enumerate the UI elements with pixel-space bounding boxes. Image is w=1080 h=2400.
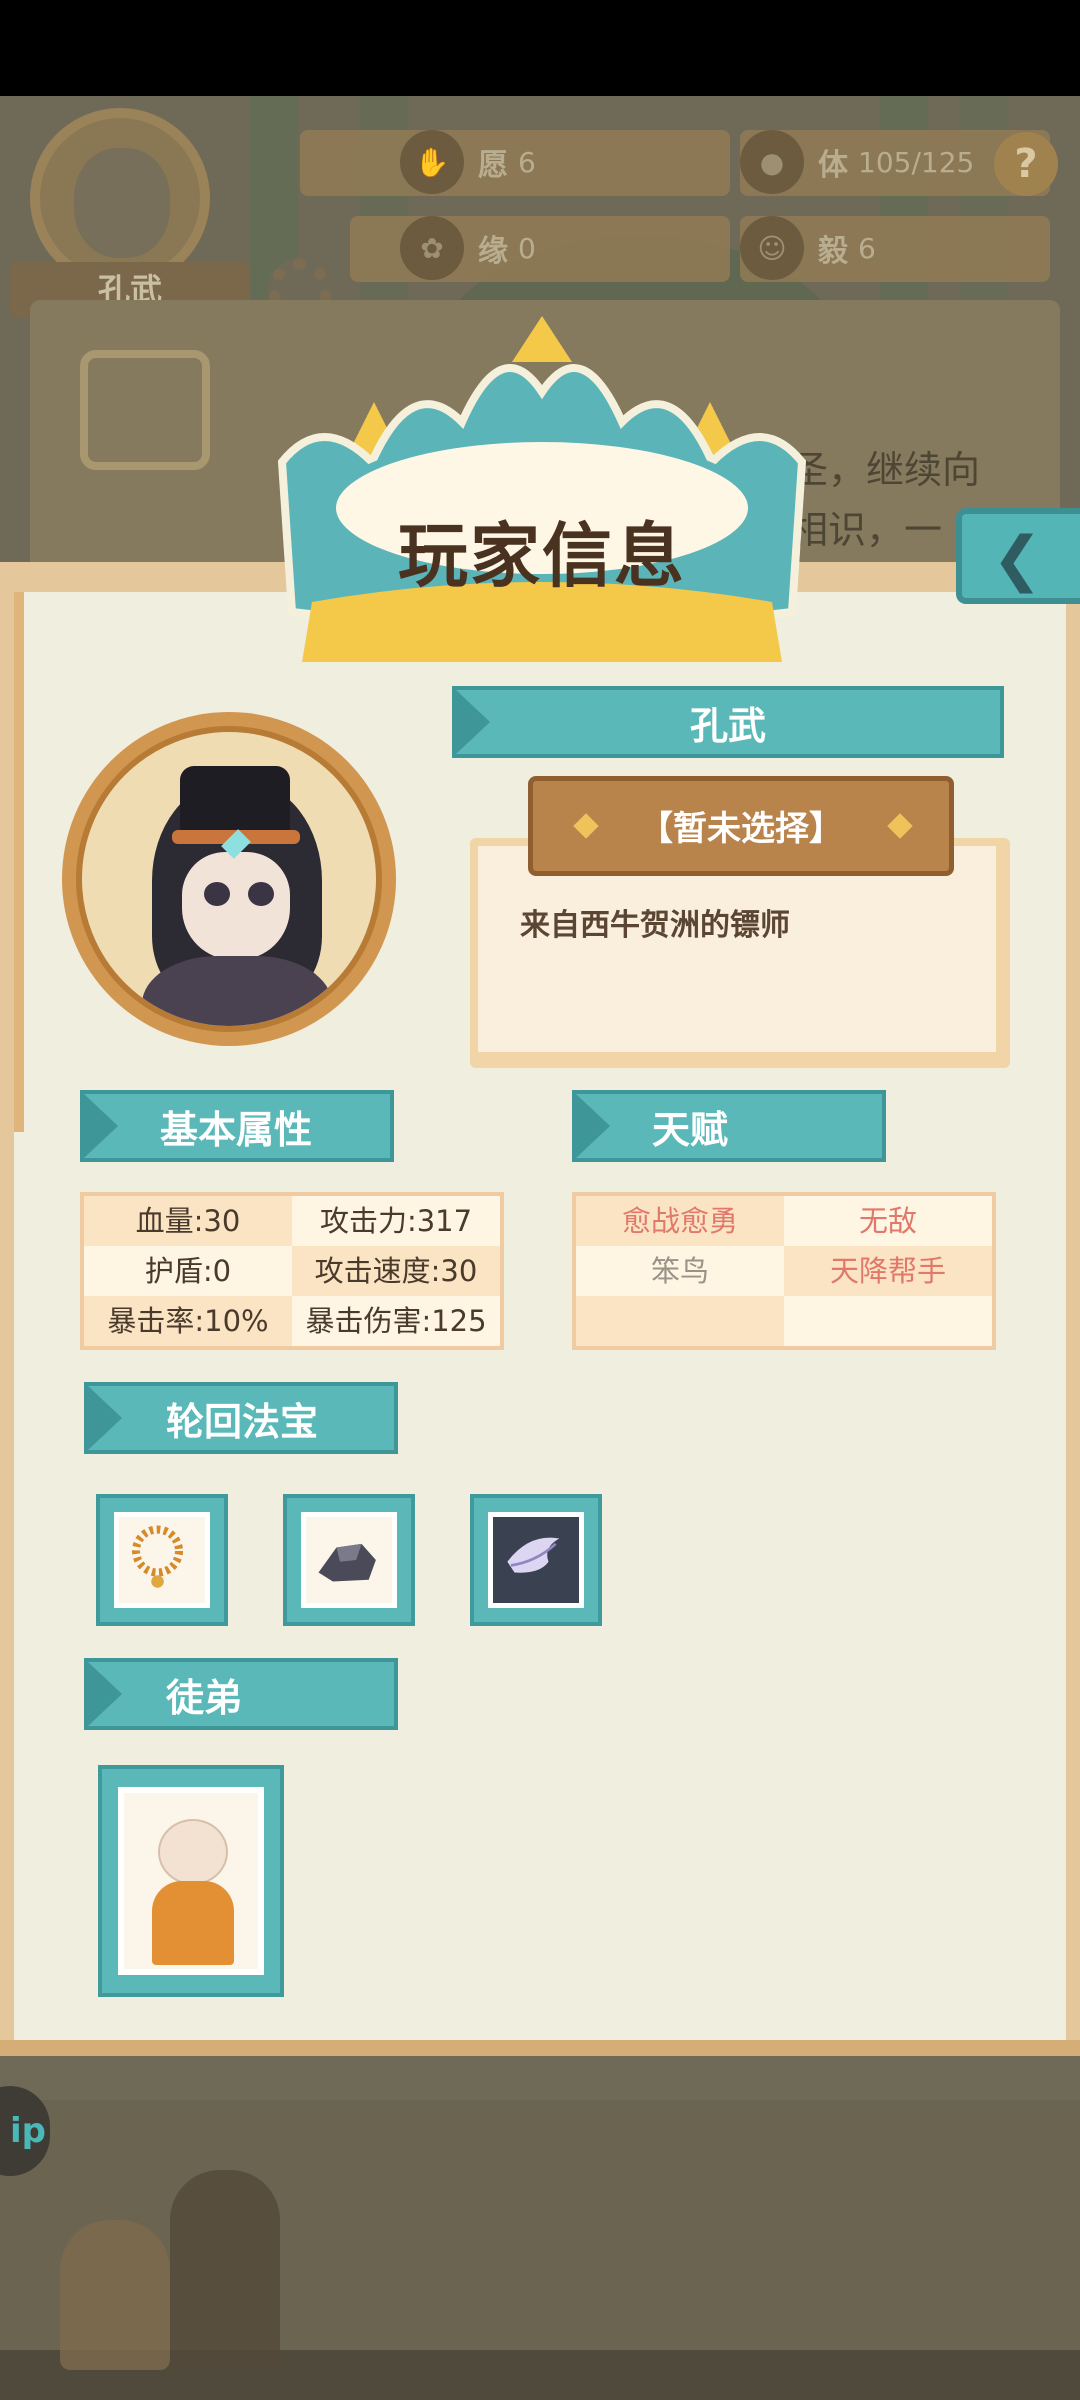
title-select-button[interactable]: 【暂未选择】 — [528, 776, 954, 876]
treasure-ore-stone[interactable] — [283, 1494, 415, 1626]
stat-wish: ✋ 愿6 — [400, 130, 536, 194]
player-name: 孔武 — [689, 703, 766, 748]
talent-item[interactable]: 无敌 — [784, 1196, 992, 1246]
cup-icon — [80, 350, 210, 470]
hand-icon: ✋ — [400, 130, 464, 194]
back-button[interactable]: ❮ — [956, 508, 1080, 604]
player-description: 来自西牛贺洲的镖师 — [520, 908, 790, 943]
talent-item-empty — [576, 1296, 784, 1346]
feather-scroll-icon — [507, 1537, 560, 1573]
stat-crit-rate: 暴击率:10% — [84, 1296, 292, 1346]
ore-stone-icon — [318, 1543, 376, 1582]
basic-stats-table: 血量:30 攻击力:317 护盾:0 攻击速度:30 暴击率:10% 暴击伤害:… — [80, 1192, 504, 1350]
panel-title: 玩家信息 — [398, 515, 686, 597]
player-character — [170, 2170, 280, 2370]
chevron-left-icon: ❮ — [992, 524, 1043, 594]
stat-shield: 护盾:0 — [84, 1246, 292, 1296]
talent-item[interactable]: 笨鸟 — [576, 1246, 784, 1296]
stat-fate: ✿ 缘0 — [400, 216, 536, 280]
section-treasure: 轮回法宝 — [84, 1382, 398, 1454]
player-portrait — [62, 712, 396, 1046]
face-icon: ☺ — [740, 216, 804, 280]
side-button[interactable]: ip — [0, 2086, 50, 2176]
stat-hp: 血量:30 — [84, 1196, 292, 1246]
title-select-label: 【暂未选择】 — [639, 809, 843, 849]
crown-banner — [277, 316, 807, 662]
talent-item[interactable]: 天降帮手 — [784, 1246, 992, 1296]
help-button[interactable]: ? — [994, 132, 1058, 196]
prayer-beads-icon — [131, 1525, 184, 1588]
disciple-card[interactable] — [98, 1765, 284, 1997]
monk-head — [158, 1819, 228, 1885]
section-disciple: 徒弟 — [84, 1658, 398, 1730]
talent-table: 愈战愈勇 无敌 笨鸟 天降帮手 — [572, 1192, 996, 1350]
monk-character — [60, 2220, 170, 2370]
section-basic-attributes: 基本属性 — [80, 1090, 394, 1162]
treasure-feather-scroll[interactable] — [470, 1494, 602, 1626]
bun-icon: ● — [740, 130, 804, 194]
stat-attack: 攻击力:317 — [292, 1196, 500, 1246]
status-bar — [0, 0, 1080, 96]
treasure-prayer-beads[interactable] — [96, 1494, 228, 1626]
lotus-icon: ✿ — [400, 216, 464, 280]
talent-item-empty — [784, 1296, 992, 1346]
stat-stamina: ● 体 105/125 — [740, 130, 974, 194]
stat-crit-damage: 暴击伤害:125 — [292, 1296, 500, 1346]
monk-robe — [152, 1881, 234, 1965]
stat-will: ☺ 毅6 — [740, 216, 876, 280]
talent-item[interactable]: 愈战愈勇 — [576, 1196, 784, 1246]
stat-attack-speed: 攻击速度:30 — [292, 1246, 500, 1296]
hud-avatar[interactable] — [30, 108, 210, 288]
section-talent: 天赋 — [572, 1090, 886, 1162]
player-name-ribbon: 孔武 — [452, 686, 1004, 758]
